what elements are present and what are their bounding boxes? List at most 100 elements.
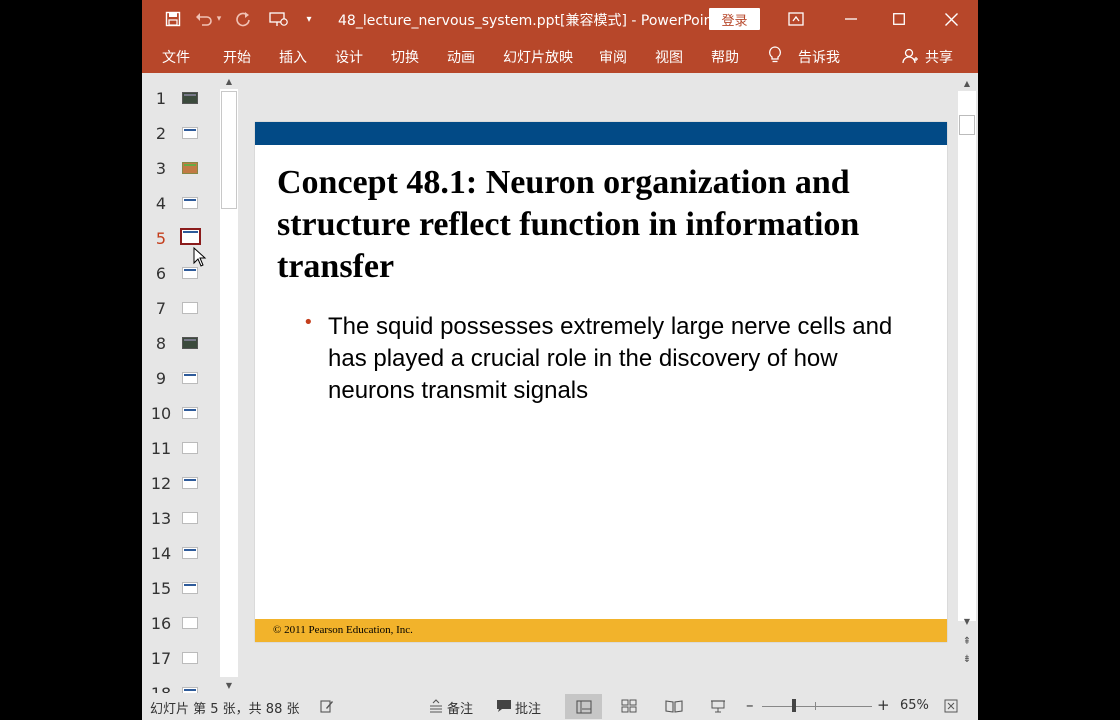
tab-design[interactable]: 设计 [335,47,363,67]
slide-thumbnail[interactable] [182,477,198,489]
thumbnail-row[interactable]: 1 [142,82,222,117]
thumbnail-row[interactable]: 18 [142,677,222,693]
slide-thumbnail[interactable] [182,652,198,664]
slide-thumbnail[interactable] [182,302,198,314]
slide-thumbnail[interactable] [182,162,198,174]
slide-header-band [255,122,947,145]
comments-icon[interactable] [496,699,512,713]
thumbnail-row[interactable]: 17 [142,642,222,677]
slide-canvas[interactable]: Concept 48.1: Neuron organization and st… [255,122,947,642]
zoom-slider-center-tick [815,702,816,710]
zoom-level[interactable]: 65% [900,698,929,713]
tab-slide-show[interactable]: 幻灯片放映 [503,47,573,67]
thumbnail-row[interactable]: 10 [142,397,222,432]
scrollbar-thumb[interactable] [959,115,975,135]
thumbnail-row[interactable]: 7 [142,292,222,327]
slide-number: 6 [155,264,167,283]
comments-button[interactable]: 批注 [515,698,541,717]
normal-view-icon[interactable] [565,694,602,719]
slide-sorter-view-icon[interactable] [619,697,639,715]
slide-bullet-text[interactable]: The squid possesses extremely large nerv… [328,311,928,407]
slide-thumbnail[interactable] [182,617,198,629]
slide-number: 1 [155,89,167,108]
slide-thumbnail[interactable] [182,127,198,139]
slide-show-view-icon[interactable] [708,697,728,715]
zoom-slider[interactable] [762,706,872,707]
tab-view[interactable]: 视图 [655,47,683,67]
slide-thumbnail[interactable] [182,337,198,349]
ribbon-display-options-icon[interactable] [773,0,819,38]
thumbnail-row[interactable]: 3 [142,152,222,187]
zoom-out-icon[interactable]: – [746,696,754,714]
notes-button[interactable]: 备注 [447,698,473,717]
scroll-up-arrow-icon[interactable]: ▲ [220,73,238,89]
thumbnail-row[interactable]: 15 [142,572,222,607]
redo-icon[interactable] [234,10,252,28]
slide-thumbnail[interactable] [182,372,198,384]
slide-thumbnail[interactable] [182,407,198,419]
slide-thumbnail[interactable] [182,512,198,524]
thumbnail-row[interactable]: 13 [142,502,222,537]
fit-slide-to-window-icon[interactable] [944,699,958,713]
thumbnail-row-active[interactable]: 5 [142,222,222,257]
slide-thumbnail[interactable] [182,197,198,209]
thumbnail-row[interactable]: 11 [142,432,222,467]
bullet-icon: • [303,312,314,333]
slide-scrollbar[interactable]: ▲ ▼ ⇞ ⇟ [958,73,976,693]
slide-thumbnail-selected[interactable] [180,228,201,245]
scrollbar-track[interactable] [958,91,976,621]
thumbnail-row[interactable]: 16 [142,607,222,642]
slide-editing-area: Concept 48.1: Neuron organization and st… [242,73,960,693]
tab-insert[interactable]: 插入 [279,47,307,67]
thumbnail-row[interactable]: 6 [142,257,222,292]
slide-number: 13 [150,509,172,528]
tab-animations[interactable]: 动画 [447,47,475,67]
tab-file[interactable]: 文件 [162,47,190,67]
spell-check-icon[interactable] [320,699,334,713]
slide-thumbnail[interactable] [182,92,198,104]
thumbnail-row[interactable]: 12 [142,467,222,502]
slide-number: 16 [150,614,172,633]
maximize-icon[interactable] [876,0,922,38]
thumbnail-row[interactable]: 9 [142,362,222,397]
tell-me-search[interactable]: 告诉我 [798,47,840,67]
slide-thumbnail[interactable] [182,582,198,594]
reading-view-icon[interactable] [664,697,684,715]
slide-number: 12 [150,474,172,493]
tab-help[interactable]: 帮助 [711,47,739,67]
thumbnail-row[interactable]: 4 [142,187,222,222]
minimize-icon[interactable] [828,0,874,38]
slide-thumbnail[interactable] [182,442,198,454]
scroll-down-arrow-icon[interactable]: ▼ [220,677,238,693]
undo-dropdown-icon[interactable]: ▾ [214,10,224,28]
zoom-in-icon[interactable]: + [877,696,890,714]
slide-thumbnail[interactable] [182,547,198,559]
powerpoint-window: ▾ ▾ 48_lecture_nervous_system.ppt[兼容模式] … [142,0,978,720]
mouse-pointer-icon [193,247,207,267]
customize-toolbar-icon[interactable]: ▾ [303,10,315,28]
thumbnail-scrollbar[interactable]: ▲ ▼ [220,73,238,693]
tab-transitions[interactable]: 切换 [391,47,419,67]
slide-title[interactable]: Concept 48.1: Neuron organization and st… [277,162,917,288]
zoom-slider-knob[interactable] [792,699,796,712]
share-person-icon[interactable] [902,48,918,68]
previous-slide-icon[interactable]: ⇞ [958,633,976,649]
tab-review[interactable]: 审阅 [599,47,627,67]
save-icon[interactable] [164,10,182,28]
present-from-start-icon[interactable] [268,10,290,28]
share-button[interactable]: 共享 [925,47,953,67]
login-button[interactable]: 登录 [709,8,760,30]
scrollbar-thumb[interactable] [221,91,237,209]
tab-home[interactable]: 开始 [223,47,251,67]
thumbnail-row[interactable]: 14 [142,537,222,572]
scroll-up-arrow-icon[interactable]: ▲ [958,75,976,91]
next-slide-icon[interactable]: ⇟ [958,651,976,667]
notes-icon[interactable] [429,699,443,713]
slide-number: 5 [155,229,167,248]
scroll-down-arrow-icon[interactable]: ▼ [958,613,976,629]
undo-icon[interactable] [195,10,213,28]
thumbnail-row[interactable]: 8 [142,327,222,362]
close-icon[interactable] [928,0,974,38]
thumbnail-row[interactable]: 2 [142,117,222,152]
slide-thumbnail[interactable] [182,267,198,279]
